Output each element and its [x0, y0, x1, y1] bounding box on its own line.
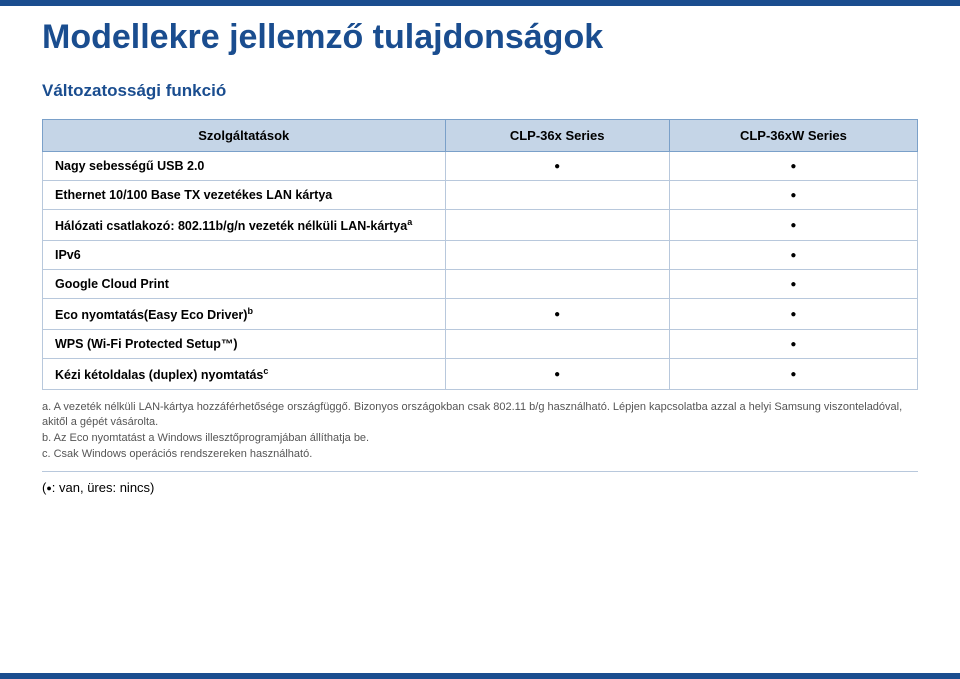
- features-table: Szolgáltatások CLP-36x Series CLP-36xW S…: [42, 119, 918, 390]
- table-row: Hálózati csatlakozó: 802.11b/g/n vezeték…: [43, 210, 918, 241]
- row-mark-col1: [445, 330, 669, 359]
- row-mark-col2: ●: [669, 299, 917, 330]
- row-mark-col2: ●: [669, 359, 917, 390]
- row-mark-col2: ●: [669, 181, 917, 210]
- footnote-b: b. Az Eco nyomtatást a Windows illesztőp…: [42, 431, 918, 446]
- page-title: Modellekre jellemző tulajdonságok: [42, 18, 918, 57]
- footnote-a: a. A vezeték nélküli LAN-kártya hozzáfér…: [42, 400, 918, 430]
- row-mark-col1: [445, 241, 669, 270]
- row-label: Nagy sebességű USB 2.0: [43, 152, 446, 181]
- row-mark-col2: ●: [669, 330, 917, 359]
- row-label: Google Cloud Print: [43, 270, 446, 299]
- footnote-sup: c: [263, 366, 268, 376]
- row-label: Ethernet 10/100 Base TX vezetékes LAN ká…: [43, 181, 446, 210]
- footnote-sup: b: [247, 306, 253, 316]
- table-row: Kézi kétoldalas (duplex) nyomtatásc●●: [43, 359, 918, 390]
- table-row: WPS (Wi-Fi Protected Setup™) ●: [43, 330, 918, 359]
- table-row: Ethernet 10/100 Base TX vezetékes LAN ká…: [43, 181, 918, 210]
- footnote-c: c. Csak Windows operációs rendszereken h…: [42, 447, 918, 462]
- document-content: Modellekre jellemző tulajdonságok Változ…: [0, 6, 960, 525]
- row-mark-col1: [445, 181, 669, 210]
- row-mark-col1: [445, 270, 669, 299]
- header-col1: CLP-36x Series: [445, 120, 669, 152]
- row-label: Kézi kétoldalas (duplex) nyomtatásc: [43, 359, 446, 390]
- row-label: Eco nyomtatás(Easy Eco Driver)b: [43, 299, 446, 330]
- legend-text: (●: van, üres: nincs): [42, 480, 918, 495]
- row-label: IPv6: [43, 241, 446, 270]
- row-mark-col1: ●: [445, 152, 669, 181]
- table-row: Nagy sebességű USB 2.0●●: [43, 152, 918, 181]
- header-service: Szolgáltatások: [43, 120, 446, 152]
- footnotes-section: a. A vezeték nélküli LAN-kártya hozzáfér…: [42, 400, 918, 471]
- row-mark-col2: ●: [669, 152, 917, 181]
- footnote-sup: a: [407, 217, 412, 227]
- header-col2: CLP-36xW Series: [669, 120, 917, 152]
- table-header-row: Szolgáltatások CLP-36x Series CLP-36xW S…: [43, 120, 918, 152]
- section-subtitle: Változatossági funkció: [42, 81, 918, 101]
- row-mark-col1: ●: [445, 359, 669, 390]
- row-mark-col1: ●: [445, 299, 669, 330]
- row-label: Hálózati csatlakozó: 802.11b/g/n vezeték…: [43, 210, 446, 241]
- row-mark-col1: [445, 210, 669, 241]
- row-mark-col2: ●: [669, 210, 917, 241]
- row-label: WPS (Wi-Fi Protected Setup™): [43, 330, 446, 359]
- row-mark-col2: ●: [669, 270, 917, 299]
- table-row: Google Cloud Print ●: [43, 270, 918, 299]
- table-row: Eco nyomtatás(Easy Eco Driver)b●●: [43, 299, 918, 330]
- row-mark-col2: ●: [669, 241, 917, 270]
- table-row: IPv6 ●: [43, 241, 918, 270]
